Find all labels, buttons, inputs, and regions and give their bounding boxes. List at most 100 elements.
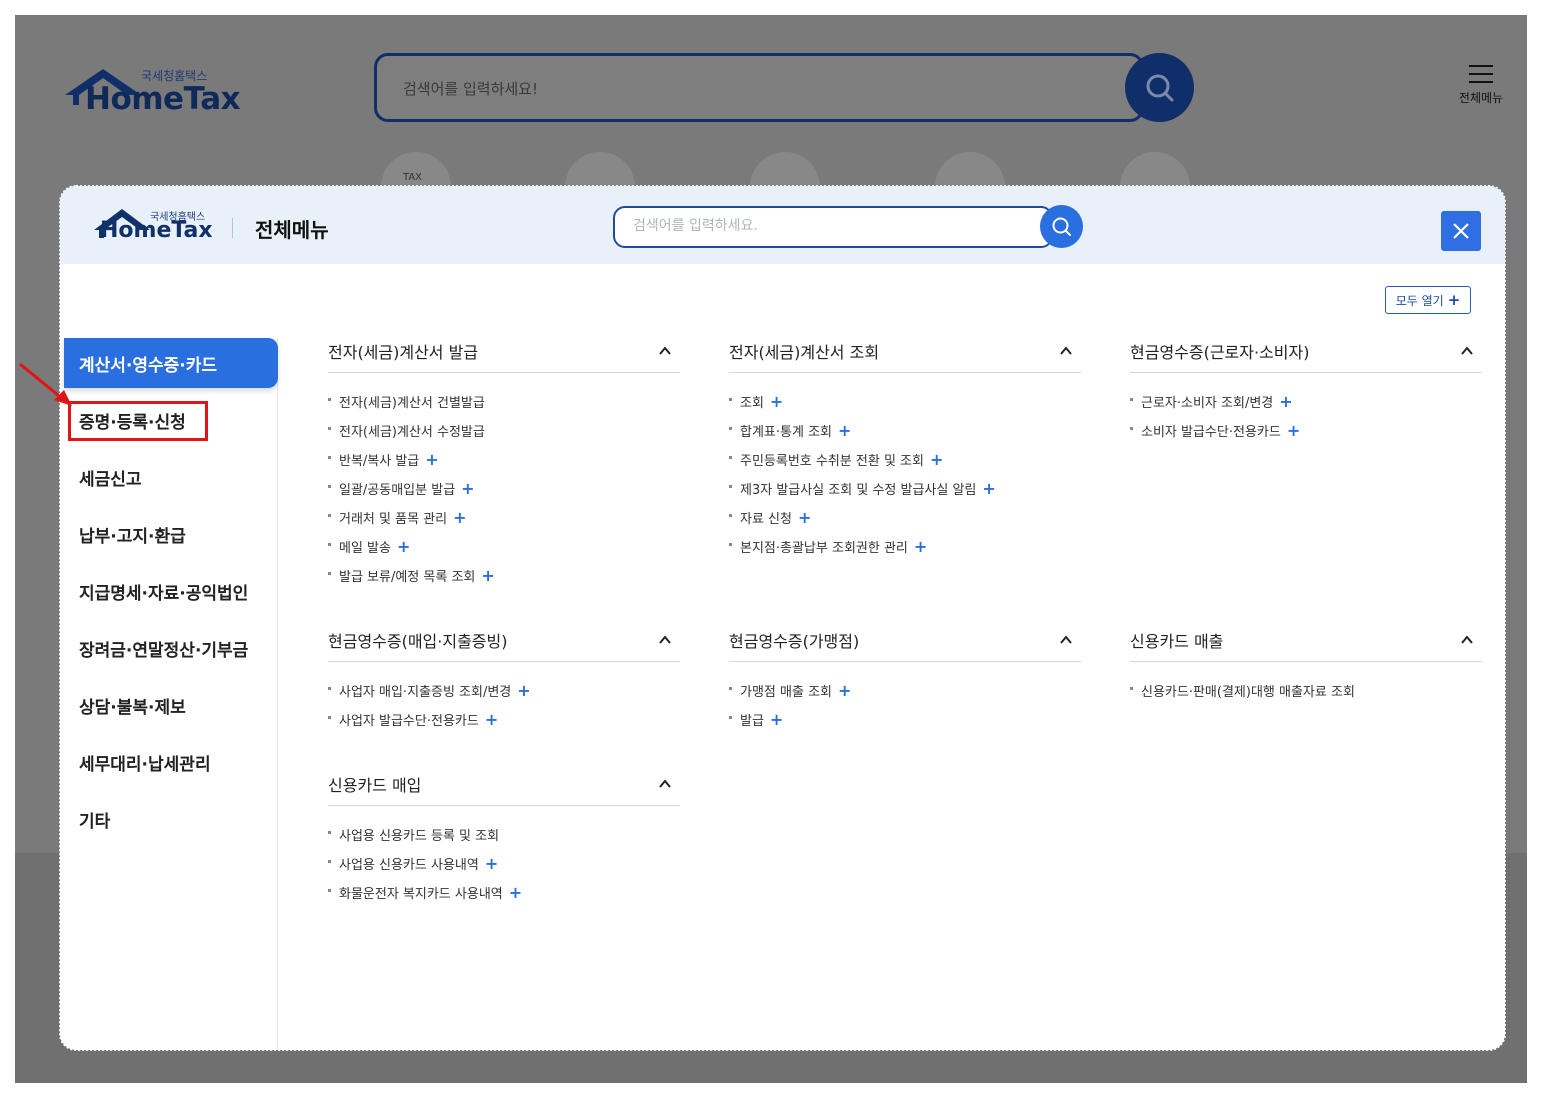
section-title: 현금영수증(매입·지출증빙) [328, 631, 508, 651]
list-item[interactable]: 발급 + [729, 705, 1081, 734]
category-sidebar: 계산서·영수증·카드 증명·등록·신청 세금신고 납부·고지·환급 지급명세·자… [60, 338, 278, 1050]
header-divider [232, 218, 233, 238]
list-item[interactable]: 본지점·총괄납부 조회권한 관리 + [729, 532, 1081, 561]
plus-icon[interactable]: + [481, 566, 494, 585]
modal-search-input[interactable] [633, 218, 1013, 234]
chevron-up-icon [1461, 634, 1473, 644]
sidebar-item-payment-statement[interactable]: 지급명세·자료·공익법인 [64, 566, 278, 616]
chevron-up-icon [659, 634, 671, 644]
section-item-list: 조회 + 합계표·통계 조회 + 주민등록번호 수취분 전환 및 조회 + 제3자 발… [729, 373, 1081, 561]
section-cash-receipt-merchant: 현금영수증(가맹점) 가맹점 매출 조회 + 발급 + [729, 618, 1081, 734]
plus-icon[interactable]: + [461, 479, 474, 498]
section-item-list: 사업용 신용카드 등록 및 조회 사업용 신용카드 사용내역 + 화물운전자 복지… [328, 806, 680, 907]
list-item[interactable]: 반복/복사 발급 + [328, 445, 680, 474]
list-item[interactable]: 자료 신청 + [729, 503, 1081, 532]
list-item[interactable]: 합계표·통계 조회 + [729, 416, 1081, 445]
plus-icon[interactable]: + [982, 479, 995, 498]
list-item[interactable]: 조회 + [729, 387, 1081, 416]
list-item[interactable]: 근로자·소비자 조회/변경 + [1130, 387, 1482, 416]
main-search-placeholder: 검색어를 입력하세요! [403, 80, 538, 98]
section-header[interactable]: 전자(세금)계산서 발급 [328, 329, 680, 373]
annotation-highlight-box [68, 401, 208, 441]
section-title: 전자(세금)계산서 발급 [328, 342, 479, 362]
section-title: 현금영수증(가맹점) [729, 631, 860, 651]
section-header[interactable]: 현금영수증(매입·지출증빙) [328, 618, 680, 662]
all-menu-button[interactable]: 전체메뉴 [1451, 65, 1511, 106]
list-item[interactable]: 일괄/공동매입분 발급 + [328, 474, 680, 503]
plus-icon[interactable]: + [770, 710, 783, 729]
list-item[interactable]: 주민등록번호 수취분 전환 및 조회 + [729, 445, 1081, 474]
sidebar-item-invoice-receipt-card[interactable]: 계산서·영수증·카드 [64, 338, 278, 388]
plus-icon[interactable]: + [1287, 421, 1300, 440]
close-button[interactable] [1441, 211, 1481, 251]
main-search-button[interactable] [1125, 53, 1194, 122]
section-title: 신용카드 매입 [328, 775, 422, 795]
section-header[interactable]: 전자(세금)계산서 조회 [729, 329, 1081, 373]
list-item[interactable]: 메일 발송 + [328, 532, 680, 561]
section-item-list: 전자(세금)계산서 건별발급 전자(세금)계산서 수정발급 반복/복사 발급 + … [328, 373, 680, 590]
sidebar-item-tax-filing[interactable]: 세금신고 [64, 452, 278, 502]
sidebar-item-consult-appeal[interactable]: 상담·불복·제보 [64, 680, 278, 730]
section-cash-receipt-business: 현금영수증(매입·지출증빙) 사업자 매입·지출증빙 조회/변경 + 사업자 발급… [328, 618, 680, 734]
list-item[interactable]: 발급 보류/예정 목록 조회 + [328, 561, 680, 590]
plus-icon[interactable]: + [425, 450, 438, 469]
plus-icon[interactable]: + [1279, 392, 1292, 411]
section-header[interactable]: 현금영수증(근로자·소비자) [1130, 329, 1482, 373]
list-item[interactable]: 사업자 매입·지출증빙 조회/변경 + [328, 676, 680, 705]
plus-icon[interactable]: + [485, 710, 498, 729]
all-menu-modal: 국세청홈택스 HomeTax 전체메뉴 모두 열기 + 계산서·영수증·카드 증… [59, 185, 1506, 1051]
plus-icon: + [1447, 291, 1461, 309]
section-title: 현금영수증(근로자·소비자) [1130, 342, 1310, 362]
section-header[interactable]: 현금영수증(가맹점) [729, 618, 1081, 662]
sidebar-item-incentive-yearend[interactable]: 장려금·연말정산·기부금 [64, 623, 278, 673]
plus-icon[interactable]: + [517, 681, 530, 700]
section-credit-card-purchase: 신용카드 매입 사업용 신용카드 등록 및 조회 사업용 신용카드 사용내역 + … [328, 762, 680, 907]
plus-icon[interactable]: + [838, 681, 851, 700]
list-item[interactable]: 신용카드·판매(결제)대행 매출자료 조회 [1130, 676, 1482, 705]
search-icon [1052, 217, 1071, 236]
search-icon [1146, 74, 1173, 101]
section-e-invoice-issue: 전자(세금)계산서 발급 전자(세금)계산서 건별발급 전자(세금)계산서 수정… [328, 329, 680, 590]
list-item[interactable]: 전자(세금)계산서 수정발급 [328, 416, 680, 445]
plus-icon[interactable]: + [770, 392, 783, 411]
list-item[interactable]: 사업자 발급수단·전용카드 + [328, 705, 680, 734]
modal-header: 국세청홈택스 HomeTax 전체메뉴 [60, 186, 1505, 264]
sidebar-item-payment-refund[interactable]: 납부·고지·환급 [64, 509, 278, 559]
plus-icon[interactable]: + [914, 537, 927, 556]
list-item[interactable]: 사업용 신용카드 사용내역 + [328, 849, 680, 878]
list-item[interactable]: 화물운전자 복지카드 사용내역 + [328, 878, 680, 907]
list-item[interactable]: 사업용 신용카드 등록 및 조회 [328, 820, 680, 849]
section-item-list: 가맹점 매출 조회 + 발급 + [729, 662, 1081, 734]
main-search-box[interactable]: 검색어를 입력하세요! [374, 53, 1144, 122]
plus-icon[interactable]: + [485, 854, 498, 873]
modal-logo[interactable]: 국세청홈택스 HomeTax [92, 206, 222, 250]
section-header[interactable]: 신용카드 매입 [328, 762, 680, 806]
plus-icon[interactable]: + [453, 508, 466, 527]
section-header[interactable]: 신용카드 매출 [1130, 618, 1482, 662]
sidebar-item-tax-agent[interactable]: 세무대리·납세관리 [64, 737, 278, 787]
annotation-arrow-icon [19, 362, 72, 406]
section-title: 신용카드 매출 [1130, 631, 1224, 651]
modal-search-box [613, 206, 1053, 248]
plus-icon[interactable]: + [397, 537, 410, 556]
hometax-logo[interactable]: 국세청홈택스 HomeTax [63, 65, 243, 125]
chevron-up-icon [1060, 634, 1072, 644]
list-item[interactable]: 거래처 및 품목 관리 + [328, 503, 680, 532]
close-icon [1453, 223, 1469, 239]
chevron-up-icon [659, 778, 671, 788]
section-cash-receipt-consumer: 현금영수증(근로자·소비자) 근로자·소비자 조회/변경 + 소비자 발급수단·전… [1130, 329, 1482, 445]
logo-name: HomeTax [85, 81, 241, 117]
list-item[interactable]: 제3자 발급사실 조회 및 수정 발급사실 알림 + [729, 474, 1081, 503]
list-item[interactable]: 가맹점 매출 조회 + [729, 676, 1081, 705]
list-item[interactable]: 전자(세금)계산서 건별발급 [328, 387, 680, 416]
plus-icon[interactable]: + [930, 450, 943, 469]
plus-icon[interactable]: + [509, 883, 522, 902]
list-item[interactable]: 소비자 발급수단·전용카드 + [1130, 416, 1482, 445]
plus-icon[interactable]: + [798, 508, 811, 527]
modal-search-button[interactable] [1040, 205, 1083, 248]
sidebar-item-etc[interactable]: 기타 [64, 794, 278, 844]
hamburger-icon [1469, 65, 1493, 83]
open-all-button[interactable]: 모두 열기 + [1385, 286, 1471, 314]
plus-icon[interactable]: + [838, 421, 851, 440]
section-title: 전자(세금)계산서 조회 [729, 342, 880, 362]
